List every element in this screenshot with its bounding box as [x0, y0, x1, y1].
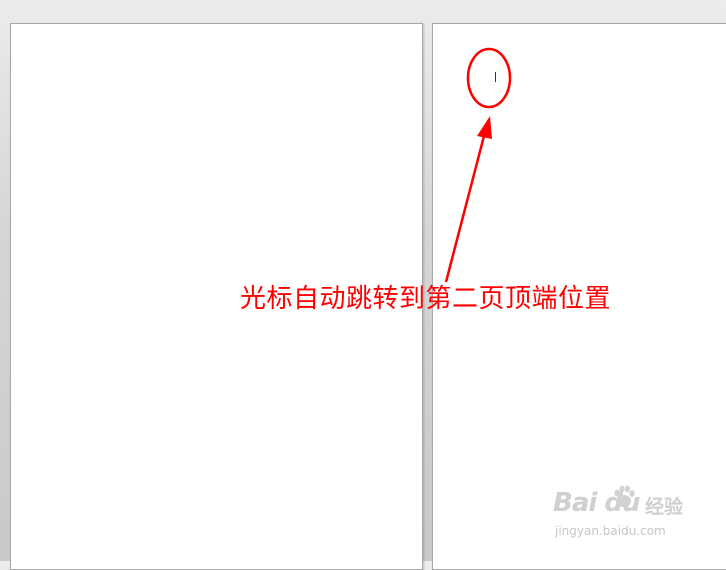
text-cursor	[495, 72, 496, 82]
annotation-label: 光标自动跳转到第二页顶端位置	[240, 284, 612, 314]
document-workspace[interactable]	[0, 0, 726, 570]
